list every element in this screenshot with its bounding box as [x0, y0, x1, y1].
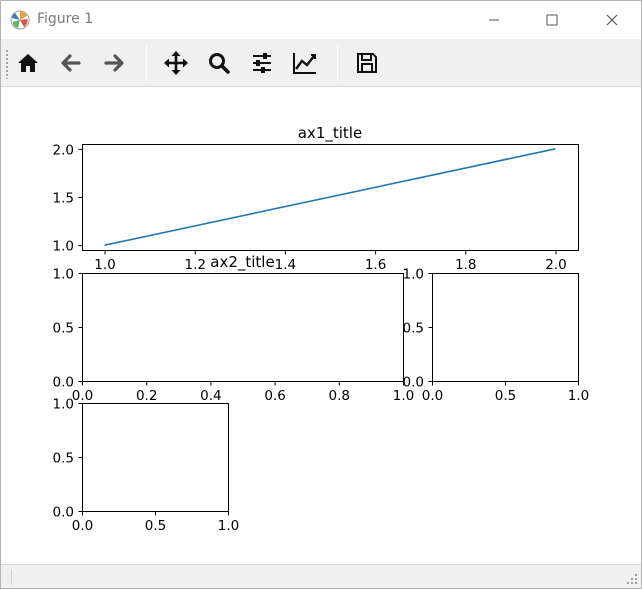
- x-tick-label: 0.5: [145, 518, 166, 534]
- close-icon: [606, 14, 618, 26]
- minimize-button[interactable]: [471, 1, 517, 39]
- save-icon: [357, 53, 377, 73]
- status-bar: [1, 564, 641, 588]
- y-tick-label: 1.0: [403, 267, 424, 283]
- close-button[interactable]: [589, 1, 635, 39]
- series-line: [104, 148, 556, 246]
- y-tick-label: 0.5: [403, 321, 424, 337]
- search-icon: [209, 53, 230, 74]
- x-tick-label: 2.0: [545, 257, 566, 273]
- x-tick-label: 0.5: [495, 388, 516, 404]
- arrow-left-icon: [61, 54, 81, 72]
- y-tick-label: 0.0: [53, 375, 74, 391]
- pan-button[interactable]: [160, 47, 192, 79]
- x-tick-label: 0.0: [72, 518, 93, 534]
- arrow-right-icon: [104, 54, 124, 72]
- y-tick-label: 0.5: [53, 321, 74, 337]
- y-tick-label: 1.0: [53, 397, 74, 413]
- resize-grip-icon[interactable]: [626, 573, 638, 585]
- toolbar-separator: [146, 45, 147, 81]
- x-tick-label: 1.6: [365, 257, 386, 273]
- y-tick-label: 0.0: [403, 375, 424, 391]
- x-tick-label: 0.0: [72, 388, 93, 404]
- sliders-icon: [253, 53, 271, 73]
- axes-1: 1.0 1.2 1.4 1.6 1.8 2.0 1.0 1.5 2.0 ax1_title: [53, 124, 579, 273]
- x-tick-label: 0.4: [200, 388, 221, 404]
- axes-frame: [82, 403, 229, 512]
- move-icon: [164, 51, 188, 75]
- y-tick-label: 1.5: [53, 191, 74, 207]
- x-tick-label: 1.2: [184, 257, 205, 273]
- axes-2: 0.0 0.2 0.4 0.6 0.8 1.0 0.0 0.5 1.0 ax2_title: [53, 253, 415, 404]
- x-tick-label: 1.4: [275, 257, 296, 273]
- y-tick-label: 0.5: [53, 451, 74, 467]
- subplots-button[interactable]: [246, 47, 278, 79]
- axes-title: ax2_title: [210, 253, 274, 272]
- home-button[interactable]: [12, 47, 44, 79]
- toolbar-separator: [337, 45, 338, 81]
- x-tick-label: 1.8: [455, 257, 476, 273]
- y-tick-label: 1.0: [53, 267, 74, 283]
- matplotlib-logo-icon: [10, 10, 30, 30]
- zoom-button[interactable]: [203, 47, 235, 79]
- navigation-toolbar: [1, 39, 641, 87]
- axes-frame: [432, 273, 579, 382]
- axes-3: 0.0 0.5 1.0 0.0 0.5 1.0: [403, 267, 590, 405]
- x-tick-label: 0.6: [264, 388, 285, 404]
- maximize-button[interactable]: [529, 1, 575, 39]
- y-tick-label: 0.0: [53, 505, 74, 521]
- axes-frame: [82, 273, 404, 382]
- x-tick-label: 1.0: [218, 518, 239, 534]
- axes-title: ax1_title: [298, 124, 362, 143]
- minimize-icon: [489, 19, 499, 21]
- figure-svg[interactable]: 1.0 1.2 1.4 1.6 1.8 2.01.01.52.0ax1_title0.0 0…: [2, 88, 641, 564]
- y-tick-label: 2.0: [53, 142, 74, 158]
- back-button[interactable]: [55, 47, 87, 79]
- x-tick-label: 1.0: [568, 388, 589, 404]
- x-tick-label: 1.0: [94, 257, 115, 273]
- window-title: Figure 1: [37, 11, 94, 27]
- toolbar-grip[interactable]: [5, 49, 9, 79]
- save-button[interactable]: [351, 47, 383, 79]
- home-icon: [18, 54, 38, 72]
- maximize-icon: [546, 14, 558, 26]
- x-tick-label: 0.0: [422, 388, 443, 404]
- x-tick-label: 0.8: [329, 388, 350, 404]
- status-divider: [11, 569, 12, 585]
- axes-4: 0.0 0.5 1.0 0.0 0.5 1.0: [53, 397, 240, 535]
- customize-button[interactable]: [289, 47, 321, 79]
- y-tick-label: 1.0: [53, 239, 74, 255]
- line-chart-icon: [293, 53, 316, 74]
- x-tick-label: 0.2: [136, 388, 157, 404]
- figure-canvas[interactable]: 1.0 1.2 1.4 1.6 1.8 2.0 1.0 1.5 2.0 ax1_title 0.0 0…: [2, 88, 641, 564]
- figure-window: Figure 1 1.0 1.2 1.4 1.6 1.8 2.0 1.0 1.5…: [0, 0, 642, 589]
- title-bar[interactable]: Figure 1: [1, 1, 641, 39]
- forward-button[interactable]: [98, 47, 130, 79]
